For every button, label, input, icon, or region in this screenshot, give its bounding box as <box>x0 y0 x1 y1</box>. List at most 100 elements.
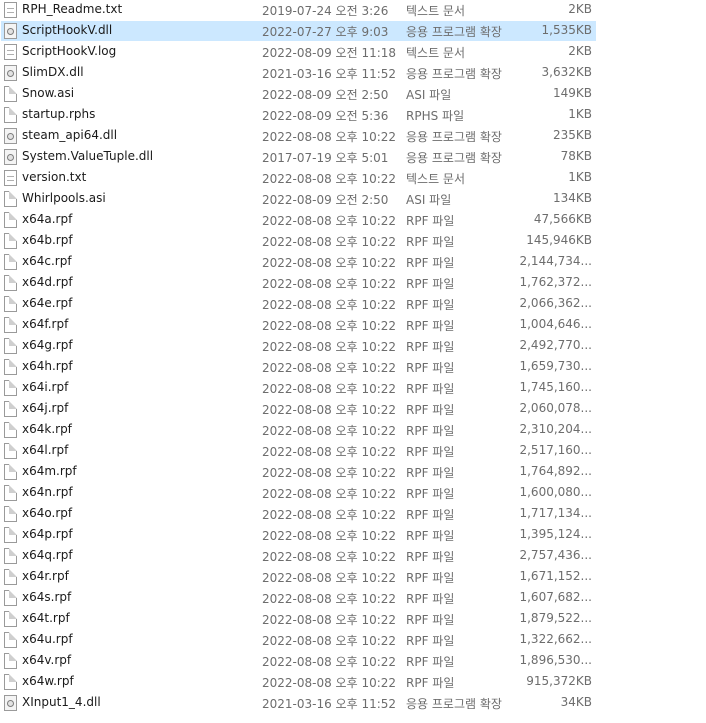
file-row[interactable]: x64v.rpf 2022-08-08 오후 10:22 RPF 파일 1,896,5… <box>0 651 706 672</box>
file-row[interactable]: x64r.rpf 2022-08-08 오후 10:22 RPF 파일 1,671,1… <box>0 567 706 588</box>
blank-file-icon <box>4 632 17 648</box>
file-row[interactable]: ScriptHookV.log 2022-08-09 오전 11:18 텍스트 문서… <box>0 42 706 63</box>
file-modified-date: 2022-08-08 오후 10:22 <box>262 382 397 396</box>
file-row[interactable]: SlimDX.dll 2021-03-16 오후 11:52 응용 프로그램 확장 3… <box>0 63 706 84</box>
file-row[interactable]: x64w.rpf 2022-08-08 오후 10:22 RPF 파일 915,372… <box>0 672 706 693</box>
file-type: RPF 파일 <box>406 487 455 501</box>
file-modified-date: 2017-07-19 오후 5:01 <box>262 151 389 165</box>
blank-file-icon <box>4 443 17 459</box>
file-modified-date: 2022-08-08 오후 10:22 <box>262 487 397 501</box>
file-row[interactable]: x64k.rpf 2022-08-08 오후 10:22 RPF 파일 2,310,2… <box>0 420 706 441</box>
file-name: x64f.rpf <box>22 317 69 331</box>
file-name: System.ValueTuple.dll <box>22 149 154 163</box>
file-modified-date: 2022-08-08 오후 10:22 <box>262 508 397 522</box>
file-modified-date: 2022-08-08 오후 10:22 <box>262 655 397 669</box>
blank-file-icon <box>4 233 17 249</box>
file-size: 2,310,204... <box>519 422 592 436</box>
file-type: RPF 파일 <box>406 340 455 354</box>
file-row[interactable]: x64a.rpf 2022-08-08 오후 10:22 RPF 파일 47,566K… <box>0 210 706 231</box>
file-modified-date: 2022-08-08 오후 10:22 <box>262 424 397 438</box>
file-row[interactable]: XInput1_4.dll 2021-03-16 오후 11:52 응용 프로그램 … <box>0 693 706 714</box>
file-modified-date: 2022-08-08 오후 10:22 <box>262 445 397 459</box>
file-size: 2,492,770... <box>519 338 592 352</box>
file-type: ASI 파일 <box>406 193 452 207</box>
file-name: x64v.rpf <box>22 653 72 667</box>
file-modified-date: 2021-03-16 오후 11:52 <box>262 67 397 81</box>
file-row[interactable]: Snow.asi 2022-08-09 오전 2:50 ASI 파일 149KB <box>0 84 706 105</box>
file-row[interactable]: x64n.rpf 2022-08-08 오후 10:22 RPF 파일 1,600,0… <box>0 483 706 504</box>
file-name: x64c.rpf <box>22 254 72 268</box>
file-name: x64g.rpf <box>22 338 73 352</box>
file-row[interactable]: x64f.rpf 2022-08-08 오후 10:22 RPF 파일 1,004,6… <box>0 315 706 336</box>
blank-file-icon <box>4 569 17 585</box>
file-name: x64i.rpf <box>22 380 69 394</box>
file-size: 1KB <box>568 107 592 121</box>
file-size: 134KB <box>552 191 592 205</box>
blank-file-icon <box>4 254 17 270</box>
file-name: x64h.rpf <box>22 359 73 373</box>
file-row[interactable]: x64s.rpf 2022-08-08 오후 10:22 RPF 파일 1,607,6… <box>0 588 706 609</box>
file-modified-date: 2022-08-08 오후 10:22 <box>262 340 397 354</box>
file-size: 235KB <box>552 128 592 142</box>
blank-file-icon <box>4 506 17 522</box>
file-row[interactable]: x64p.rpf 2022-08-08 오후 10:22 RPF 파일 1,395,1… <box>0 525 706 546</box>
file-row[interactable]: x64d.rpf 2022-08-08 오후 10:22 RPF 파일 1,762,3… <box>0 273 706 294</box>
file-modified-date: 2022-08-09 오전 2:50 <box>262 88 389 102</box>
file-name: x64q.rpf <box>22 548 73 562</box>
file-row[interactable]: startup.rphs 2022-08-09 오전 5:36 RPHS 파일 1KB <box>0 105 706 126</box>
file-size: 2,517,160... <box>519 443 592 457</box>
file-row[interactable]: ScriptHookV.dll 2022-07-27 오후 9:03 응용 프로그램… <box>0 21 706 42</box>
blank-file-icon <box>4 422 17 438</box>
file-row[interactable]: x64e.rpf 2022-08-08 오후 10:22 RPF 파일 2,066,3… <box>0 294 706 315</box>
file-row[interactable]: x64m.rpf 2022-08-08 오후 10:22 RPF 파일 1,764,8… <box>0 462 706 483</box>
file-row[interactable]: x64c.rpf 2022-08-08 오후 10:22 RPF 파일 2,144,7… <box>0 252 706 273</box>
file-type: RPF 파일 <box>406 655 455 669</box>
blank-file-icon <box>4 191 17 207</box>
file-name: x64t.rpf <box>22 611 70 625</box>
file-row[interactable]: x64j.rpf 2022-08-08 오후 10:22 RPF 파일 2,060,0… <box>0 399 706 420</box>
file-size: 1,600,080... <box>519 485 592 499</box>
file-size: 1,762,372... <box>519 275 592 289</box>
file-size: 2,144,734... <box>519 254 592 268</box>
file-row[interactable]: x64g.rpf 2022-08-08 오후 10:22 RPF 파일 2,492,7… <box>0 336 706 357</box>
file-modified-date: 2022-08-08 오후 10:22 <box>262 298 397 312</box>
file-name: ScriptHookV.dll <box>22 23 113 37</box>
file-type: RPF 파일 <box>406 592 455 606</box>
file-modified-date: 2022-08-08 오후 10:22 <box>262 571 397 585</box>
file-row[interactable]: x64i.rpf 2022-08-08 오후 10:22 RPF 파일 1,745,1… <box>0 378 706 399</box>
file-type: 텍스트 문서 <box>406 172 466 186</box>
file-row[interactable]: Whirlpools.asi 2022-08-09 오전 2:50 ASI 파일 13… <box>0 189 706 210</box>
file-row[interactable]: x64o.rpf 2022-08-08 오후 10:22 RPF 파일 1,717,1… <box>0 504 706 525</box>
file-name: Snow.asi <box>22 86 75 100</box>
file-name: startup.rphs <box>22 107 96 121</box>
file-modified-date: 2022-08-08 오후 10:22 <box>262 361 397 375</box>
file-type: ASI 파일 <box>406 88 452 102</box>
file-row[interactable]: x64q.rpf 2022-08-08 오후 10:22 RPF 파일 2,757,4… <box>0 546 706 567</box>
file-row[interactable]: steam_api64.dll 2022-08-08 오후 10:22 응용 프로그… <box>0 126 706 147</box>
blank-file-icon <box>4 380 17 396</box>
file-name: x64j.rpf <box>22 401 69 415</box>
file-row[interactable]: System.ValueTuple.dll 2017-07-19 오후 5:01 응… <box>0 147 706 168</box>
file-row[interactable]: x64t.rpf 2022-08-08 오후 10:22 RPF 파일 1,879,5… <box>0 609 706 630</box>
file-modified-date: 2022-07-27 오후 9:03 <box>262 25 389 39</box>
file-row[interactable]: x64l.rpf 2022-08-08 오후 10:22 RPF 파일 2,517,1… <box>0 441 706 462</box>
file-row[interactable]: RPH_Readme.txt 2019-07-24 오전 3:26 텍스트 문서 2K… <box>0 0 706 21</box>
file-name: x64l.rpf <box>22 443 69 457</box>
file-row[interactable]: version.txt 2022-08-08 오후 10:22 텍스트 문서 1KB <box>0 168 706 189</box>
file-size: 2KB <box>568 44 592 58</box>
file-row[interactable]: x64b.rpf 2022-08-08 오후 10:22 RPF 파일 145,946… <box>0 231 706 252</box>
file-size: 1KB <box>568 170 592 184</box>
file-type: 응용 프로그램 확장 <box>406 25 502 39</box>
file-type: RPF 파일 <box>406 298 455 312</box>
file-name: x64m.rpf <box>22 464 77 478</box>
file-type: RPF 파일 <box>406 235 455 249</box>
file-row[interactable]: x64h.rpf 2022-08-08 오후 10:22 RPF 파일 1,659,7… <box>0 357 706 378</box>
file-type: RPF 파일 <box>406 382 455 396</box>
file-row[interactable]: x64u.rpf 2022-08-08 오후 10:22 RPF 파일 1,322,6… <box>0 630 706 651</box>
file-size: 1,879,522... <box>519 611 592 625</box>
blank-file-icon <box>4 485 17 501</box>
file-size: 2KB <box>568 2 592 16</box>
file-name: x64a.rpf <box>22 212 73 226</box>
file-name: x64s.rpf <box>22 590 72 604</box>
file-type: RPF 파일 <box>406 613 455 627</box>
